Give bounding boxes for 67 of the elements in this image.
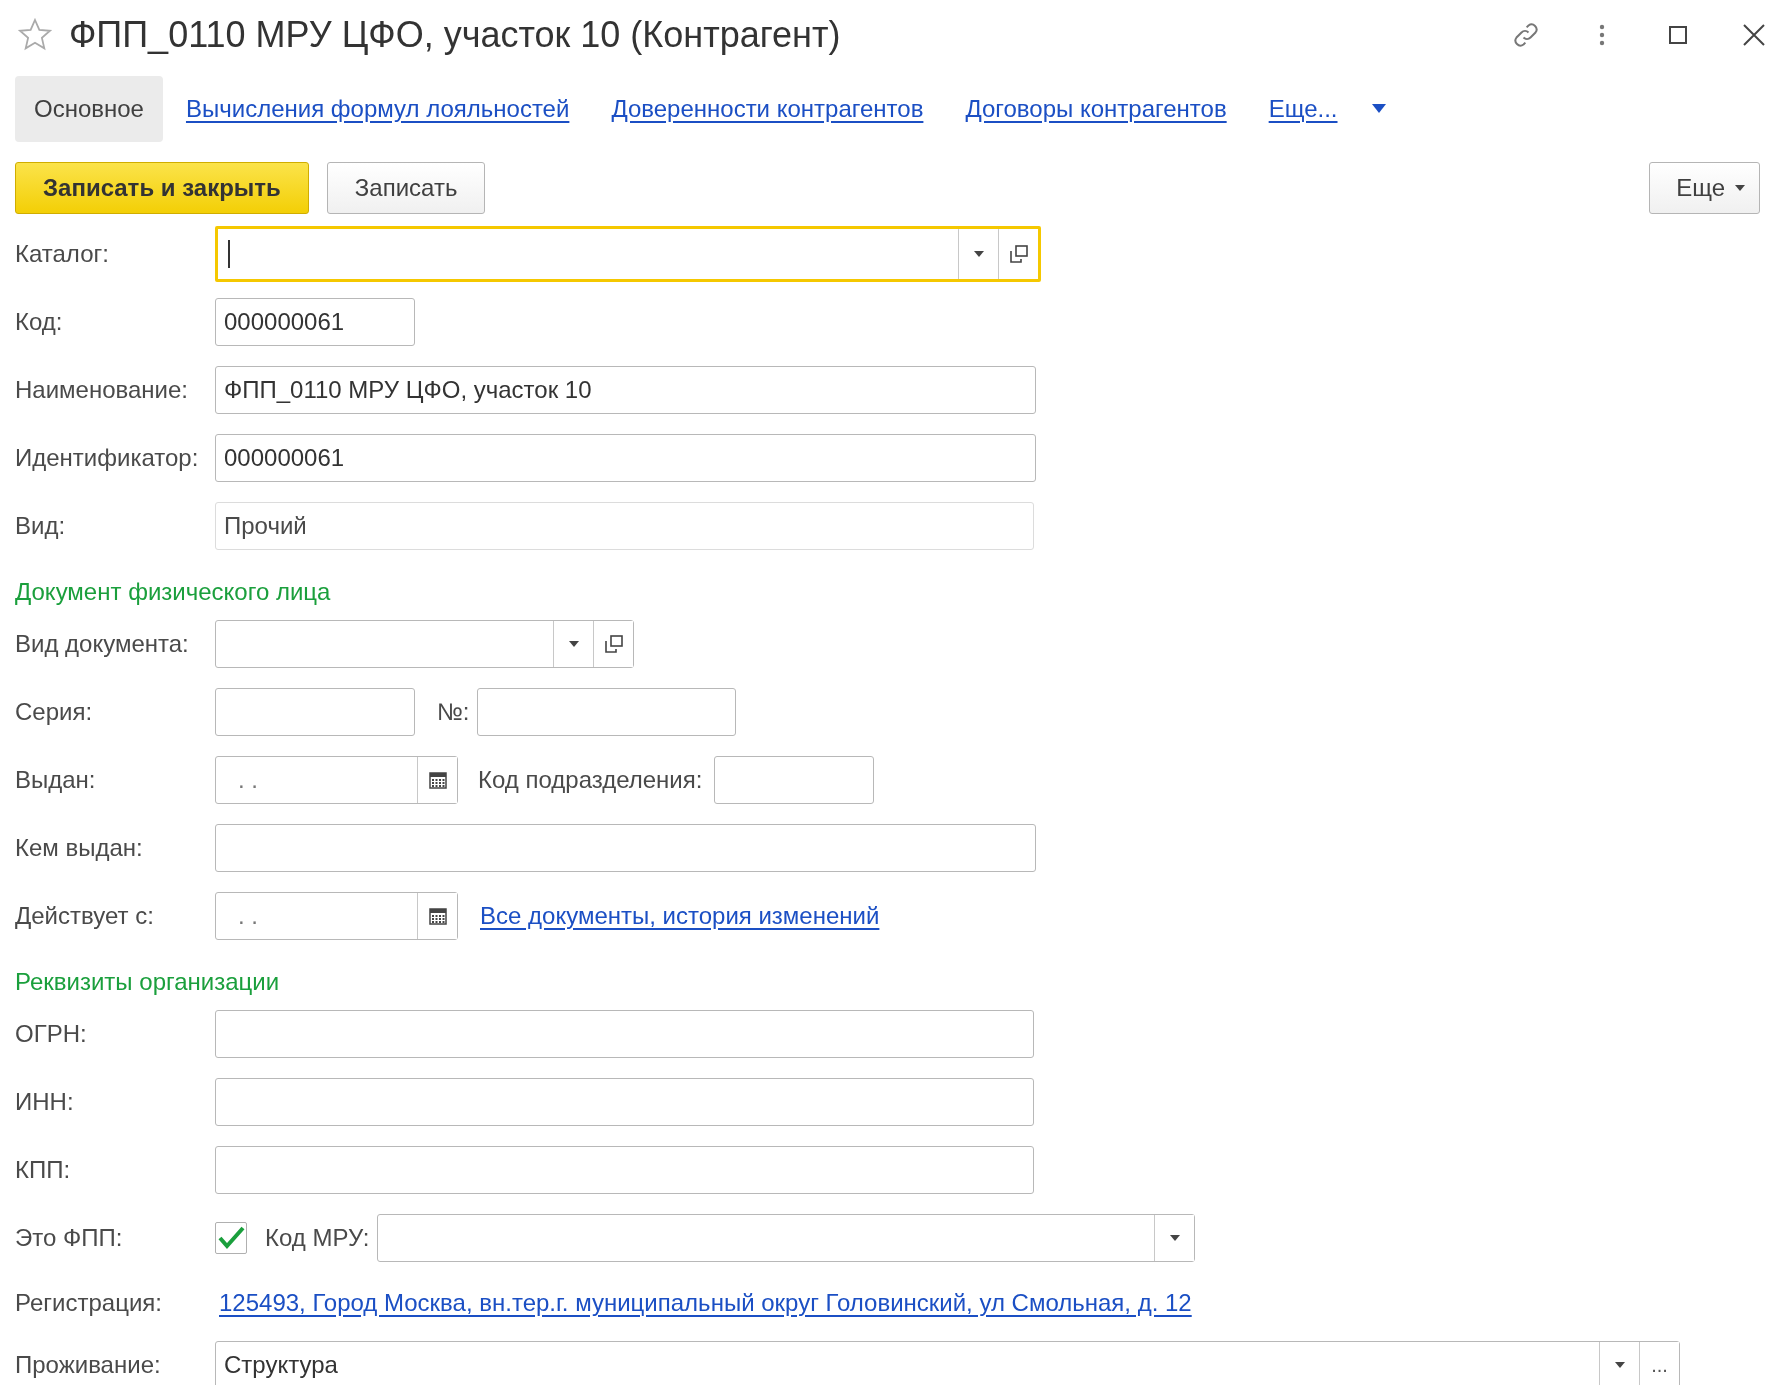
- calendar-icon: [428, 907, 447, 925]
- field-label: Код:: [15, 308, 64, 336]
- field-label: Наименование:: [15, 376, 190, 404]
- tab[interactable]: Доверенности контрагентов: [592, 75, 943, 142]
- field-label: Код МРУ:: [265, 1224, 370, 1252]
- caret-icon: [1735, 185, 1745, 191]
- open-button[interactable]: [593, 621, 633, 667]
- text-field[interactable]: ФПП_0110 МРУ ЦФО, участок 10: [215, 366, 1036, 414]
- save-button[interactable]: Записать: [326, 162, 486, 214]
- text-field[interactable]: [215, 824, 1036, 872]
- tab[interactable]: Вычисления формул лояльностей: [166, 75, 589, 142]
- dropdown-button[interactable]: [1154, 1215, 1195, 1261]
- field-label: Регистрация:: [15, 1289, 163, 1317]
- tab[interactable]: Основное: [15, 75, 163, 142]
- caret-icon: [1169, 1235, 1180, 1241]
- more-button[interactable]: Еще: [1649, 162, 1760, 214]
- more-tabs-link[interactable]: Еще...: [1249, 75, 1405, 142]
- text-field[interactable]: [215, 1078, 1034, 1126]
- field-label: Идентификатор:: [15, 444, 200, 472]
- address-link[interactable]: 125493, Город Москва, вн.тер.г. муниципальный округ Головинский, ул Смольная, д. 12: [219, 1289, 1192, 1317]
- text-field[interactable]: [215, 1010, 1034, 1058]
- field-label: ОГРН:: [15, 1020, 88, 1048]
- text-field[interactable]: 000000061: [215, 434, 1036, 482]
- select-field[interactable]: [215, 620, 634, 668]
- field-label: Действует с:: [15, 902, 155, 930]
- tab[interactable]: Договоры контрагентов: [946, 75, 1246, 142]
- date-mask: . .: [237, 901, 259, 931]
- text-field[interactable]: [714, 756, 875, 804]
- caret-icon: [973, 251, 984, 257]
- field-label: Кем выдан:: [15, 834, 144, 862]
- text-field[interactable]: [215, 1146, 1034, 1194]
- date-mask: . .: [237, 765, 259, 795]
- field-label: ИНН:: [15, 1088, 75, 1116]
- save-and-close-button[interactable]: Записать и закрыть: [15, 162, 309, 214]
- date-field[interactable]: . .: [215, 892, 458, 940]
- checkbox[interactable]: [215, 1222, 247, 1254]
- field-label: Каталог:: [15, 240, 110, 268]
- field-label: Проживание:: [15, 1351, 162, 1379]
- caret-icon: [1614, 1362, 1625, 1368]
- calendar-icon: [428, 771, 447, 789]
- text-field[interactable]: [215, 688, 415, 736]
- select-field[interactable]: [377, 1214, 1196, 1262]
- caret-icon: [1371, 104, 1386, 113]
- field-label: КПП:: [15, 1156, 72, 1184]
- field-label: Вид документа:: [15, 630, 190, 658]
- history-link[interactable]: Все документы, история изменений: [480, 902, 880, 930]
- field-label: Серия:: [15, 698, 94, 726]
- field-label: Это ФПП:: [15, 1224, 124, 1252]
- more-options-button[interactable]: ...: [1639, 1342, 1679, 1385]
- section-heading: Реквизиты организации: [15, 967, 281, 997]
- field-label: Выдан:: [15, 766, 97, 794]
- open-window-icon: [604, 635, 623, 653]
- field-label: №:: [437, 698, 470, 726]
- field-value: Структура: [223, 1350, 339, 1380]
- date-field[interactable]: . .: [215, 756, 458, 804]
- calendar-button[interactable]: [417, 893, 457, 939]
- select-field[interactable]: Структура ...: [215, 1341, 1680, 1385]
- calendar-button[interactable]: [417, 757, 457, 803]
- window-title: ФПП_0110 МРУ ЦФО, участок 10 (Контрагент): [69, 14, 842, 56]
- open-window-icon: [1009, 245, 1028, 263]
- section-heading: Документ физического лица: [15, 577, 332, 607]
- caret-icon: [568, 641, 579, 647]
- field-label: Код подразделения:: [478, 766, 703, 794]
- select-field[interactable]: [215, 226, 1041, 282]
- text-field[interactable]: [477, 688, 737, 736]
- text-field[interactable]: 000000061: [215, 298, 415, 346]
- field-label: Вид:: [15, 512, 67, 540]
